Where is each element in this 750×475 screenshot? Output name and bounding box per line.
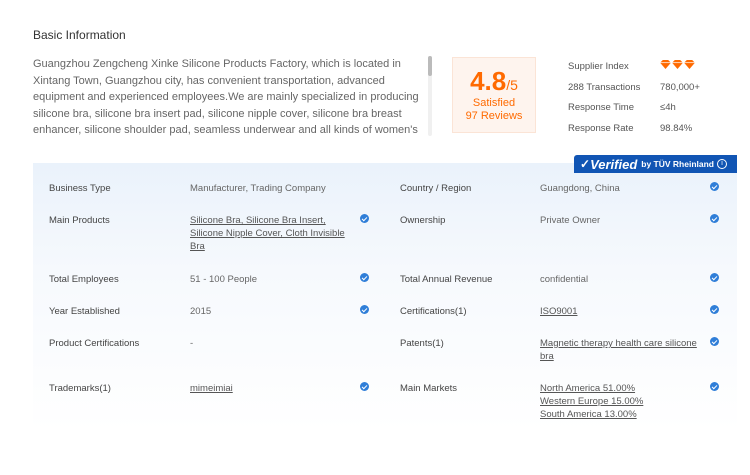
response-rate-value: 98.84%: [660, 122, 693, 134]
verified-by-tuv-badge[interactable]: ✓ Verified by TÜV Rheinland i: [574, 155, 737, 173]
verified-check-icon: [710, 337, 719, 346]
business-type-value: Manufacturer, Trading Company: [190, 183, 326, 194]
country-region-value: Guangdong, China: [540, 183, 620, 194]
transactions-label: 288 Transactions: [568, 81, 641, 93]
diamond-icon: [684, 60, 695, 70]
verified-checkmark-icon: ✓: [580, 157, 591, 171]
rating-score: 4.8: [470, 66, 507, 96]
patents-value: Magnetic therapy health care silicone br…: [540, 337, 705, 363]
main-markets-value: North America 51.00% Western Europe 15.0…: [540, 382, 705, 421]
year-established-value: 2015: [190, 306, 212, 317]
verified-check-icon: [710, 273, 719, 282]
verified-label: Verified: [590, 156, 638, 172]
rating-reviews[interactable]: 97 Reviews: [453, 110, 535, 123]
verified-check-icon: [360, 273, 369, 282]
supplier-index-label: Supplier Index: [568, 60, 629, 72]
verified-check-icon: [710, 214, 719, 223]
total-employees-value: 51 - 100 People: [190, 274, 258, 285]
supplier-index-row: Supplier Index: [568, 56, 738, 77]
ownership-label: Ownership: [400, 215, 446, 226]
main-products-link[interactable]: Silicone Bra, Silicone Bra Insert,: [190, 214, 350, 227]
verified-check-icon: [360, 214, 369, 223]
response-time-row: Response Time ≤4h: [568, 97, 738, 118]
trademarks-label: Trademarks(1): [49, 383, 111, 394]
certifications-link[interactable]: ISO9001: [540, 305, 578, 318]
info-icon[interactable]: i: [717, 159, 727, 169]
verified-check-icon: [710, 182, 719, 191]
market-link[interactable]: North America 51.00%: [540, 382, 705, 395]
product-certifications-label: Product Certifications: [49, 338, 140, 349]
section-title: Basic Information: [33, 28, 126, 42]
rating-score-line: 4.8/5: [453, 66, 535, 97]
patents-label: Patents(1): [400, 338, 444, 349]
rating-box[interactable]: 4.8/5 Satisfied 97 Reviews: [452, 57, 536, 133]
certifications-label: Certifications(1): [400, 306, 467, 317]
diamond-icon: [672, 60, 683, 70]
business-type-label: Business Type: [49, 183, 111, 194]
supplier-index-diamonds: [660, 60, 696, 72]
response-time-label: Response Time: [568, 102, 635, 114]
transactions-value: 780,000+: [660, 81, 700, 93]
total-annual-revenue-value: confidential: [540, 274, 589, 285]
company-description[interactable]: Guangzhou Zengcheng Xinke Silicone Produ…: [33, 56, 433, 136]
main-products-link[interactable]: Silicone Nipple Cover, Cloth Invisible: [190, 227, 350, 240]
patent-link[interactable]: Magnetic therapy health care silicone: [540, 337, 705, 350]
rating-out-of: /5: [506, 77, 518, 93]
market-link[interactable]: South America 13.00%: [540, 408, 705, 421]
description-scrollbar[interactable]: [428, 56, 432, 136]
main-markets-label: Main Markets: [400, 383, 458, 394]
description-scrollbar-thumb[interactable]: [428, 56, 432, 76]
verified-check-icon: [360, 305, 369, 314]
main-products-label: Main Products: [49, 215, 110, 226]
rating-satisfied: Satisfied: [472, 97, 516, 109]
verified-check-icon: [360, 382, 369, 391]
patent-link[interactable]: bra: [540, 350, 705, 363]
response-time-value: ≤4h: [660, 102, 676, 114]
total-employees-label: Total Employees: [49, 274, 119, 285]
basic-info-panel: Business Type Manufacturer, Trading Comp…: [33, 163, 737, 431]
product-certifications-value: -: [190, 338, 194, 349]
market-link[interactable]: Western Europe 15.00%: [540, 395, 705, 408]
verified-check-icon: [710, 305, 719, 314]
country-region-label: Country / Region: [400, 183, 472, 194]
verified-by-label: by TÜV Rheinland: [641, 159, 714, 169]
main-products-value: Silicone Bra, Silicone Bra Insert, Silic…: [190, 214, 350, 253]
supplier-stats: Supplier Index 288 Transactions 780,000+…: [568, 56, 738, 139]
response-rate-row: Response Rate 98.84%: [568, 118, 738, 139]
verified-check-icon: [710, 382, 719, 391]
transactions-row: 288 Transactions 780,000+: [568, 77, 738, 98]
company-description-text: Guangzhou Zengcheng Xinke Silicone Produ…: [33, 58, 419, 136]
response-rate-label: Response Rate: [568, 122, 634, 134]
diamond-icon: [660, 60, 671, 70]
total-annual-revenue-label: Total Annual Revenue: [400, 274, 493, 285]
year-established-label: Year Established: [49, 306, 120, 317]
trademark-link[interactable]: mimeimiai: [190, 382, 233, 395]
ownership-value: Private Owner: [540, 215, 601, 226]
main-products-link[interactable]: Bra: [190, 240, 350, 253]
